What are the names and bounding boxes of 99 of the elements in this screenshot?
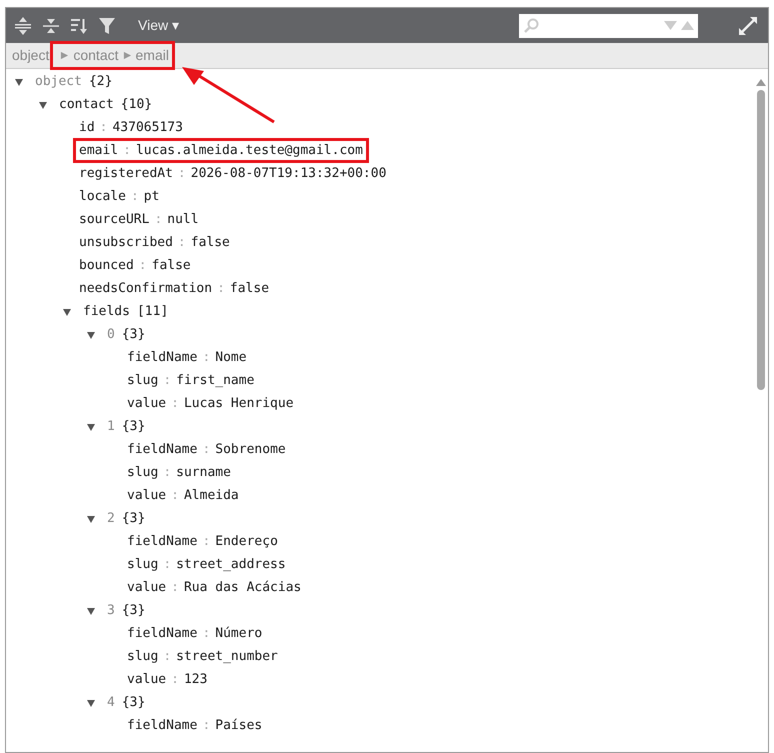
colon-separator: :	[171, 486, 179, 505]
item-count: {10}	[120, 96, 152, 114]
property-value: Endereço	[215, 532, 278, 551]
property-value: false	[152, 256, 191, 275]
colon-separator: :	[202, 440, 210, 459]
property-key: sourceURL	[79, 210, 150, 230]
colon-separator: :	[163, 648, 172, 666]
item-count: {3}	[122, 602, 146, 620]
colon-separator: :	[202, 348, 210, 367]
property-value: Lucas Henrique	[184, 394, 294, 413]
property-key: fieldName	[127, 624, 198, 644]
colon-separator: :	[163, 556, 172, 574]
colon-separator: :	[202, 716, 210, 735]
breadcrumb-item[interactable]: object	[12, 45, 50, 66]
property-key: slug	[127, 370, 158, 390]
breadcrumb-item[interactable]: email	[136, 45, 169, 66]
expanded-triangle-icon[interactable]	[38, 100, 48, 110]
property-value: Nome	[215, 348, 247, 367]
item-count: {3}	[122, 326, 146, 344]
colon-separator: :	[171, 670, 179, 689]
colon-separator: :	[178, 234, 186, 252]
property-value: Rua das Acácias	[184, 578, 302, 597]
property-value: Países	[215, 716, 262, 735]
property-value: 2026-08-07T19:13:32+00:00	[190, 164, 386, 183]
item-count: {3}	[122, 694, 146, 712]
property-value: Sobrenome	[215, 440, 286, 459]
property-key: fieldName	[127, 440, 198, 460]
expanded-triangle-icon[interactable]	[62, 306, 72, 316]
view-menu-button[interactable]: View ▾	[138, 15, 179, 36]
node-key: contact	[59, 94, 114, 114]
colon-separator: :	[171, 578, 179, 597]
expand-all-icon[interactable]	[14, 16, 32, 36]
node-key: object	[35, 72, 82, 92]
property-key: value	[127, 670, 166, 690]
node-key: 4	[107, 692, 115, 712]
expanded-triangle-icon[interactable]	[86, 606, 96, 616]
colon-separator: :	[202, 532, 210, 551]
property-key: email	[79, 140, 118, 160]
property-value: Almeida	[184, 486, 239, 505]
colon-separator: :	[138, 256, 147, 275]
colon-separator: :	[154, 210, 162, 229]
expanded-triangle-icon[interactable]	[86, 698, 96, 708]
node-key: fields	[83, 302, 130, 322]
property-value: pt	[144, 188, 160, 206]
item-count: {3}	[122, 510, 146, 528]
node-key: 2	[107, 508, 115, 528]
property-key: value	[127, 578, 166, 598]
property-key: slug	[127, 554, 158, 574]
property-value: street_address	[176, 556, 286, 574]
property-key: slug	[127, 462, 158, 482]
property-key: fieldName	[127, 532, 198, 552]
filter-icon[interactable]	[98, 16, 116, 36]
colon-separator: :	[217, 280, 225, 298]
expanded-triangle-icon[interactable]	[86, 330, 96, 340]
property-value: first_name	[176, 372, 254, 390]
property-key: value	[127, 394, 166, 414]
colon-separator: :	[100, 118, 108, 137]
property-value: street_number	[176, 648, 278, 666]
colon-separator: :	[178, 164, 186, 183]
scroll-up-icon[interactable]	[756, 79, 766, 86]
property-value: lucas.almeida.teste@gmail.com	[136, 142, 363, 160]
property-key: slug	[127, 646, 158, 666]
node-key: 3	[107, 600, 115, 620]
expanded-triangle-icon[interactable]	[14, 76, 24, 86]
colon-separator: :	[123, 142, 131, 160]
property-value: 123	[184, 670, 208, 689]
colon-separator: :	[163, 372, 172, 390]
property-key: unsubscribed	[79, 232, 173, 252]
property-key: id	[79, 118, 95, 138]
search-icon	[523, 18, 539, 34]
property-value: false	[230, 280, 270, 298]
property-key: locale	[79, 186, 126, 206]
property-value: 437065173	[112, 118, 183, 137]
item-count: {2}	[88, 72, 112, 91]
property-value: Número	[215, 624, 262, 643]
property-key: bounced	[79, 256, 134, 276]
node-key: 1	[107, 416, 115, 436]
property-key: value	[127, 486, 166, 506]
separator-triangle-icon	[122, 51, 132, 60]
expanded-triangle-icon[interactable]	[86, 422, 96, 432]
item-count: [11]	[136, 302, 168, 321]
separator-triangle-icon	[60, 51, 70, 60]
colon-separator: :	[171, 394, 179, 413]
fullscreen-icon[interactable]	[738, 16, 758, 36]
item-count: {3}	[122, 418, 146, 436]
scrollbar-thumb[interactable]	[757, 90, 765, 390]
breadcrumb-item[interactable]: contact	[73, 45, 118, 66]
property-value: surname	[176, 464, 231, 482]
colon-separator: :	[163, 464, 172, 482]
property-key: needsConfirmation	[79, 278, 212, 298]
colon-separator: :	[202, 624, 210, 643]
colon-separator: :	[130, 188, 139, 206]
property-key: fieldName	[127, 348, 198, 368]
property-value: null	[167, 210, 199, 229]
expanded-triangle-icon[interactable]	[86, 514, 96, 524]
property-key: fieldName	[127, 716, 198, 736]
property-key: registeredAt	[79, 164, 173, 184]
node-key: 0	[107, 324, 115, 344]
property-value: false	[190, 234, 230, 252]
